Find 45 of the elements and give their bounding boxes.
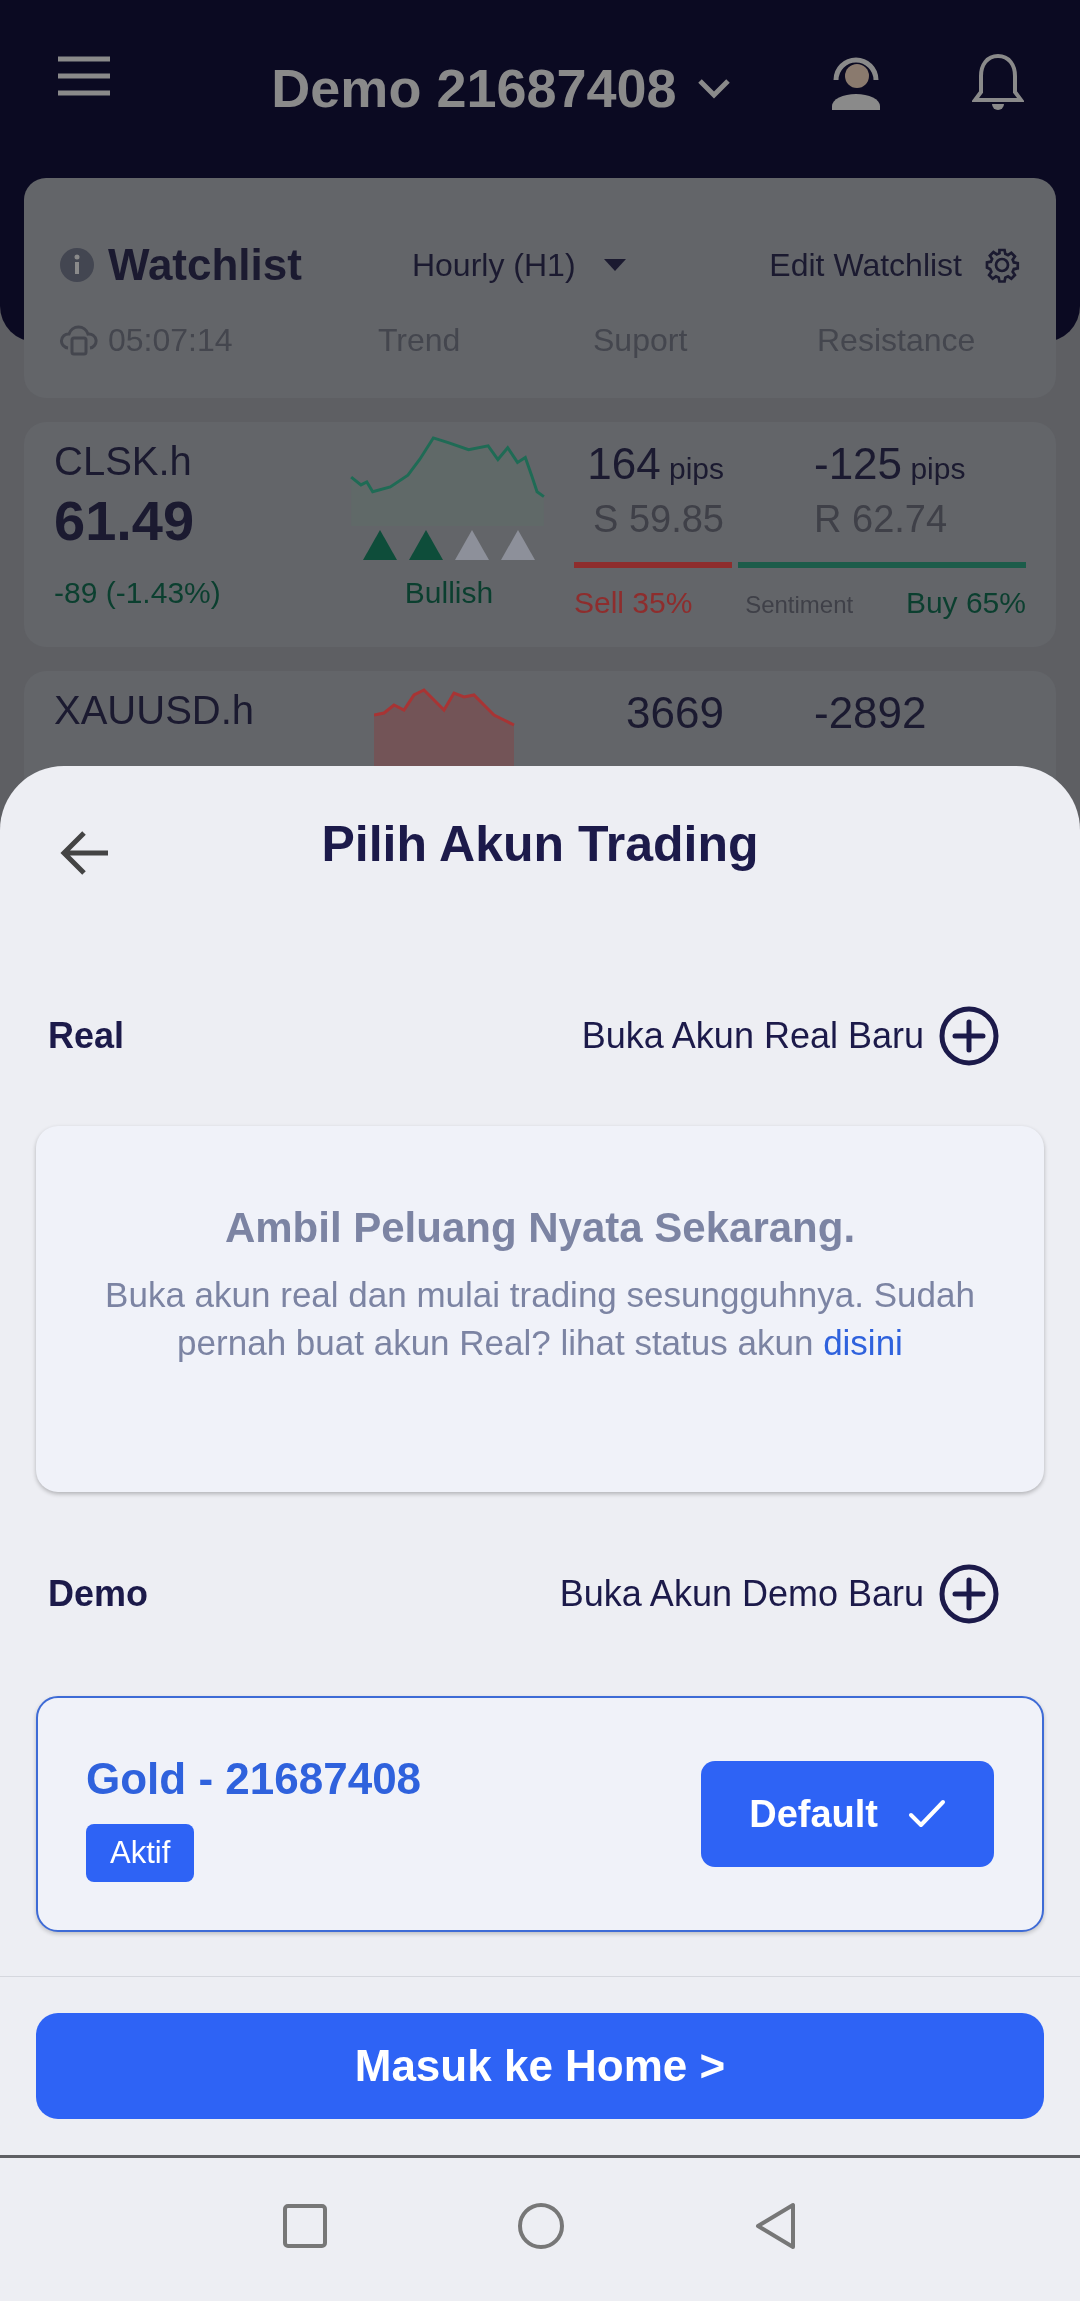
- account-selector[interactable]: Demo 21687408: [271, 48, 731, 129]
- status-link[interactable]: disini: [823, 1323, 903, 1362]
- account-card[interactable]: Gold - 21687408 Aktif Default: [36, 1696, 1044, 1932]
- promo-text: Buka akun real dan mulai trading sesungguhnya. Sudah pernah buat akun Real? lihat status akun disini: [104, 1274, 976, 1364]
- pips-text: -125 pips: [814, 439, 966, 488]
- triangle-icon: [363, 530, 397, 560]
- gear-icon: [984, 247, 1020, 283]
- account-name: Gold - 21687408: [86, 1752, 422, 1805]
- symbol-text: CLSK.h: [54, 438, 193, 485]
- pips-text: 164 pips: [587, 438, 724, 490]
- buy-text: Buy 65%: [905, 585, 1026, 621]
- watchlist-title: Watchlist: [108, 239, 302, 291]
- triangle-back-icon[interactable]: [755, 2201, 797, 2250]
- price-text: 61.49: [54, 488, 196, 554]
- caret-icon: [603, 259, 626, 271]
- timeframe-dropdown[interactable]: Hourly (H1): [411, 241, 626, 289]
- open-account-link[interactable]: Buka Akun Real Baru: [581, 1009, 924, 1063]
- plus-circle-icon[interactable]: [938, 1563, 1000, 1625]
- section-title: Real: [48, 1014, 125, 1058]
- section-title: Demo: [48, 1572, 149, 1616]
- sell-text: Sell 35%: [574, 585, 693, 621]
- plus-circle-icon[interactable]: [938, 1005, 1000, 1067]
- info-icon[interactable]: [60, 248, 94, 282]
- chevron-down-icon: [696, 77, 731, 100]
- back-arrow-icon[interactable]: [60, 830, 110, 876]
- cloud-server-icon: [60, 324, 98, 356]
- status-badge: Aktif: [86, 1823, 195, 1883]
- square-icon[interactable]: [283, 2203, 327, 2248]
- triangle-icon: [409, 530, 443, 560]
- sheet-title: Pilih Akun Trading: [321, 815, 759, 874]
- default-button[interactable]: Default: [701, 1761, 994, 1867]
- triangle-icon: [501, 530, 535, 560]
- circle-icon[interactable]: [517, 2201, 565, 2250]
- trend-text: Bullish: [404, 575, 494, 611]
- promo-title: Ambil Peluang Nyata Sekarang.: [224, 1203, 856, 1253]
- change-text: -89 (-1.43%): [54, 575, 222, 611]
- menu-icon[interactable]: [56, 56, 112, 96]
- open-account-link[interactable]: Buka Akun Demo Baru: [559, 1567, 924, 1621]
- triangle-icon: [455, 530, 489, 560]
- edit-watchlist-button[interactable]: Edit Watchlist: [769, 241, 1020, 289]
- symbol-text: XAUUSD.h: [54, 687, 256, 734]
- check-icon: [908, 1799, 946, 1829]
- home-button[interactable]: Masuk ke Home >: [36, 2013, 1044, 2119]
- pips-text: -2892: [814, 688, 927, 737]
- pips-text: 3669: [626, 687, 724, 739]
